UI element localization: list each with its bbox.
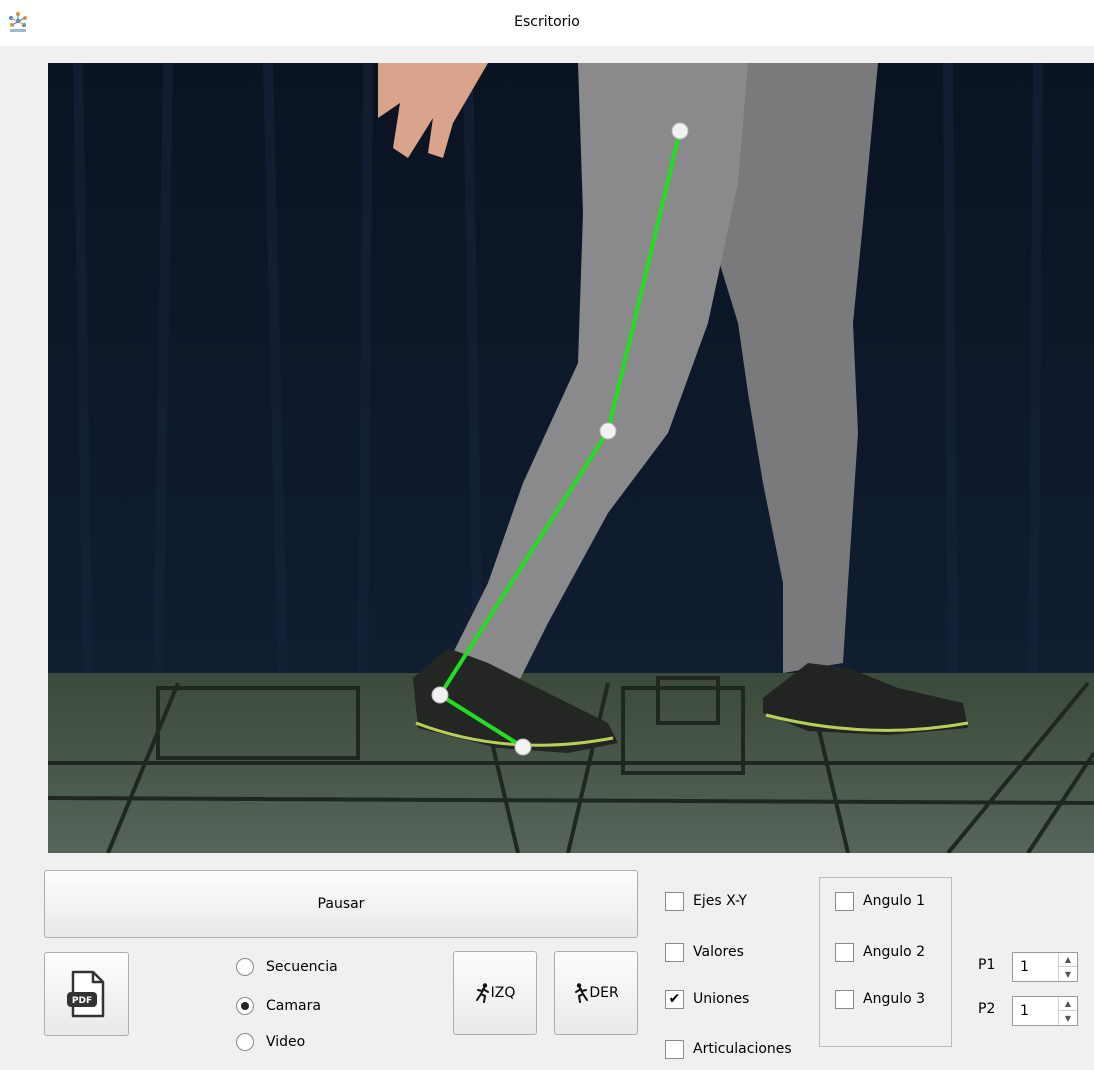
radio-indicator: [236, 958, 254, 976]
radio-label: Video: [266, 1034, 306, 1050]
camera-frame-image: [48, 63, 1094, 853]
radio-indicator: [236, 997, 254, 1015]
checkbox-box: [665, 942, 684, 962]
p1-spin-arrows[interactable]: ▲ ▼: [1058, 953, 1077, 981]
checkbox-box: [835, 942, 854, 962]
radio-label: Secuencia: [266, 959, 338, 975]
checkbox-uniones[interactable]: ✔ Uniones: [665, 988, 749, 1010]
radio-label: Camara: [266, 998, 321, 1014]
svg-text:PDF: PDF: [71, 996, 91, 1006]
title-bar: Escritorio: [0, 0, 1094, 46]
checkmark-icon: ✔: [665, 989, 684, 1009]
checkbox-angulo-1[interactable]: Angulo 1: [835, 890, 925, 912]
checkbox-label: Valores: [693, 944, 744, 960]
checkbox-label: Angulo 3: [863, 991, 926, 1007]
pause-button-label: Pausar: [317, 896, 365, 912]
runner-right-icon: [575, 983, 589, 1003]
izq-button-label: IZQ: [490, 985, 516, 1001]
checkbox-box: [665, 1039, 684, 1059]
p2-spinbox[interactable]: 1 ▲ ▼: [1012, 996, 1078, 1026]
spin-down-icon[interactable]: ▼: [1059, 1011, 1077, 1025]
window-title: Escritorio: [514, 14, 580, 30]
p1-value: 1: [1020, 959, 1029, 975]
pause-button[interactable]: Pausar: [44, 870, 638, 938]
spin-down-icon[interactable]: ▼: [1059, 967, 1077, 981]
p1-label: P1: [978, 957, 996, 973]
checkbox-label: Articulaciones: [693, 1041, 792, 1057]
pdf-icon: PDF: [66, 970, 104, 1018]
spin-up-icon[interactable]: ▲: [1059, 953, 1077, 967]
export-pdf-button[interactable]: PDF: [44, 952, 129, 1036]
checkbox-label: Uniones: [693, 991, 750, 1007]
checkbox-angulo-3[interactable]: Angulo 3: [835, 988, 925, 1010]
spin-up-icon[interactable]: ▲: [1059, 997, 1077, 1011]
checkbox-ejes-xy[interactable]: Ejes X-Y: [665, 890, 747, 912]
checkbox-box: [835, 891, 854, 911]
checkbox-valores[interactable]: Valores: [665, 941, 744, 963]
checkbox-label: Ejes X-Y: [693, 893, 747, 909]
checkbox-angulo-2[interactable]: Angulo 2: [835, 941, 925, 963]
checkbox-box: [835, 989, 854, 1009]
checkbox-box: [665, 891, 684, 911]
p2-value: 1: [1020, 1003, 1029, 1019]
der-button[interactable]: DER: [554, 951, 638, 1035]
p2-label: P2: [978, 1001, 996, 1017]
runner-left-icon: [475, 983, 489, 1003]
radio-secuencia[interactable]: Secuencia: [236, 956, 338, 978]
radio-camara[interactable]: Camara: [236, 995, 321, 1017]
checkbox-articulaciones[interactable]: Articulaciones: [665, 1038, 792, 1060]
checkbox-label: Angulo 2: [863, 944, 926, 960]
p1-spinbox[interactable]: 1 ▲ ▼: [1012, 952, 1078, 982]
p2-spin-arrows[interactable]: ▲ ▼: [1058, 997, 1077, 1025]
der-button-label: DER: [589, 985, 619, 1001]
radio-indicator: [236, 1033, 254, 1051]
checkbox-label: Angulo 1: [863, 893, 926, 909]
radio-video[interactable]: Video: [236, 1031, 305, 1053]
camera-view: [48, 63, 1094, 853]
izq-button[interactable]: IZQ: [453, 951, 537, 1035]
